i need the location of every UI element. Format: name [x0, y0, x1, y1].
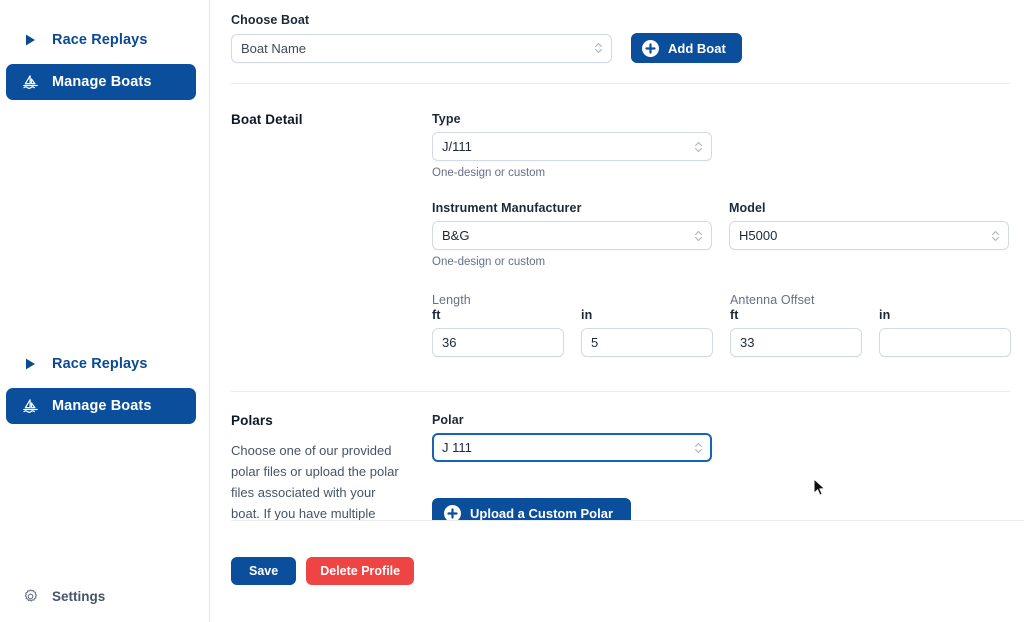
- polars-description: Choose one of our provided polar files o…: [231, 443, 399, 521]
- type-select-wrap: J/111: [432, 132, 712, 161]
- choose-boat-section: Choose Boat Boat Name Add Boat: [231, 0, 1024, 63]
- polar-label: Polar: [432, 413, 464, 427]
- type-select[interactable]: J/111: [432, 132, 712, 161]
- manufacturer-field: Instrument Manufacturer B&G One-design o…: [432, 201, 712, 268]
- antenna-ft-input[interactable]: [730, 328, 862, 357]
- polars-section: Polars Choose one of our provided polar …: [231, 392, 1024, 521]
- length-in-input[interactable]: [581, 328, 713, 357]
- sailboat-icon: [20, 396, 40, 416]
- sailboat-icon: [20, 72, 40, 92]
- boat-detail-section: Boat Detail Type J/111 One-design or cus…: [231, 84, 1024, 357]
- type-helper: One-design or custom: [432, 167, 546, 179]
- type-label: Type: [432, 112, 461, 126]
- sidebar-item-manage-boats[interactable]: Manage Boats: [6, 64, 196, 100]
- model-select-wrap: H5000: [729, 221, 1009, 250]
- antenna-group-label: Antenna Offset: [730, 293, 815, 307]
- sidebar-item-race-replays[interactable]: Race Replays: [6, 22, 196, 58]
- length-ft-label: ft: [432, 308, 441, 322]
- length-in-field: in: [581, 293, 713, 357]
- antenna-in-label: in: [879, 308, 891, 322]
- sidebar-item-label: Race Replays: [52, 356, 148, 372]
- sidebar: Race Replays Manage Boats Race Replays M…: [0, 0, 210, 622]
- antenna-in-field: in: [879, 293, 1011, 357]
- main-content: Choose Boat Boat Name Add Boat Boat Deta…: [210, 0, 1024, 622]
- antenna-ft-field: Antenna Offset ft: [730, 293, 862, 357]
- manufacturer-select-wrap: B&G: [432, 221, 712, 250]
- play-triangle-icon: [20, 354, 40, 374]
- manufacturer-select[interactable]: B&G: [432, 221, 712, 250]
- model-field: Model H5000: [729, 201, 1009, 268]
- settings-label: Settings: [52, 588, 106, 604]
- length-ft-field: Length ft: [432, 293, 564, 357]
- add-boat-button[interactable]: Add Boat: [631, 33, 742, 63]
- gear-icon: [20, 586, 40, 606]
- sidebar-item-settings[interactable]: Settings: [6, 580, 119, 612]
- sidebar-item-label: Manage Boats: [52, 74, 152, 90]
- footer-divider: [231, 520, 1024, 521]
- form-scroll-area[interactable]: Choose Boat Boat Name Add Boat Boat Deta…: [210, 0, 1024, 521]
- upload-custom-polar-label: Upload a Custom Polar: [470, 505, 614, 521]
- delete-profile-button[interactable]: Delete Profile: [306, 557, 415, 585]
- upload-custom-polar-button[interactable]: Upload a Custom Polar: [432, 498, 632, 521]
- footer-actions: Save Delete Profile: [231, 557, 415, 585]
- add-boat-label: Add Boat: [668, 40, 726, 56]
- type-field: Type J/111 One-design or custom: [432, 112, 1024, 179]
- dimensions-row: Length ft in Antenna Offset: [432, 293, 1024, 357]
- boat-detail-title: Boat Detail: [231, 112, 303, 127]
- play-triangle-icon: [20, 30, 40, 50]
- sidebar-nav-group-1: Race Replays Manage Boats: [0, 22, 210, 106]
- polars-title: Polars: [231, 413, 273, 428]
- choose-boat-label: Choose Boat: [231, 13, 310, 27]
- antenna-in-input[interactable]: [879, 328, 1011, 357]
- plus-circle-icon: [444, 504, 461, 521]
- plus-circle-icon: [642, 39, 659, 57]
- choose-boat-select[interactable]: Boat Name: [231, 33, 612, 63]
- length-group-label: Length: [432, 293, 471, 307]
- sidebar-item-manage-boats-2[interactable]: Manage Boats: [6, 388, 196, 424]
- polar-select[interactable]: J 111: [432, 433, 712, 462]
- model-label: Model: [729, 201, 766, 215]
- length-in-label: in: [581, 308, 593, 322]
- model-select[interactable]: H5000: [729, 221, 1009, 250]
- manufacturer-helper: One-design or custom: [432, 256, 546, 268]
- polar-select-wrap: J 111: [432, 433, 712, 462]
- manufacturer-label: Instrument Manufacturer: [432, 201, 582, 215]
- sidebar-item-race-replays-2[interactable]: Race Replays: [6, 346, 196, 382]
- antenna-ft-label: ft: [730, 308, 739, 322]
- choose-boat-select-wrap: Boat Name: [231, 33, 612, 63]
- sidebar-item-label: Manage Boats: [52, 398, 152, 414]
- save-button[interactable]: Save: [231, 557, 297, 585]
- instrument-row: Instrument Manufacturer B&G One-design o…: [432, 201, 1024, 268]
- sidebar-nav-group-2: Race Replays Manage Boats: [0, 346, 210, 430]
- manage-boats-screen: Race Replays Manage Boats Race Replays M…: [0, 0, 1024, 622]
- sidebar-item-label: Race Replays: [52, 32, 148, 48]
- length-ft-input[interactable]: [432, 328, 564, 357]
